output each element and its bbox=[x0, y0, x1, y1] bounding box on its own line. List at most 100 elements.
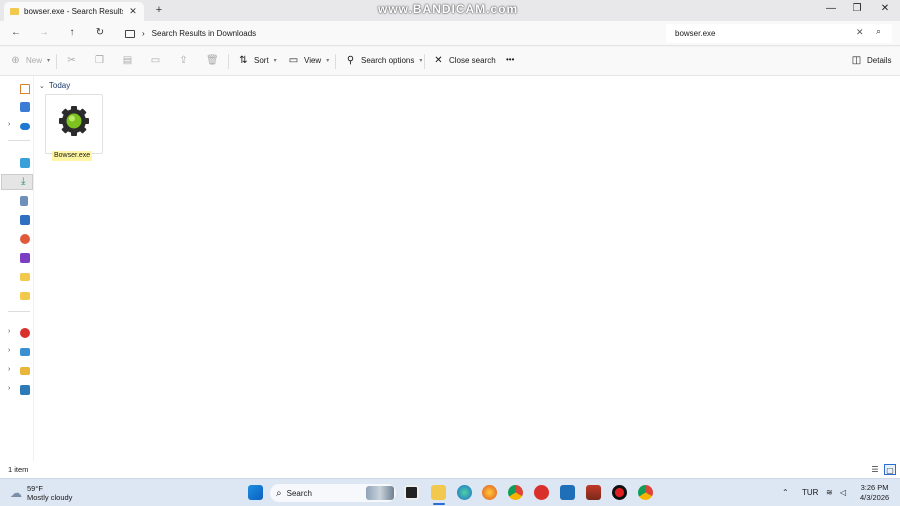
minimize-button[interactable]: — bbox=[824, 3, 838, 14]
sidebar-item-drive[interactable]: › bbox=[0, 363, 34, 379]
more-options-button[interactable]: ••• bbox=[506, 55, 514, 64]
music-icon bbox=[20, 234, 30, 244]
details-label: Details bbox=[867, 56, 892, 65]
toolbar-divider bbox=[56, 54, 57, 69]
share-icon: ⇪ bbox=[179, 55, 188, 66]
photos-app-icon[interactable] bbox=[560, 485, 575, 500]
sidebar-item-folder-1[interactable] bbox=[0, 269, 34, 285]
up-button[interactable]: ↑ bbox=[65, 26, 79, 40]
sidebar-item-documents[interactable] bbox=[0, 193, 34, 209]
cloudy-weather-icon: ☁ bbox=[10, 486, 22, 500]
share-button[interactable]: ⇪ bbox=[178, 55, 189, 66]
close-window-button[interactable]: ✕ bbox=[878, 3, 892, 14]
chevron-down-icon: ▾ bbox=[326, 58, 330, 64]
close-search-button[interactable]: ✕ Close search bbox=[433, 55, 496, 66]
close-icon: ✕ bbox=[434, 55, 443, 66]
sidebar-item-gallery[interactable] bbox=[0, 99, 34, 115]
tiles-view-button[interactable]: ▢ bbox=[884, 464, 896, 475]
file-name-label[interactable]: Bowser.exe bbox=[52, 151, 93, 161]
tab-search-results[interactable]: bowser.exe - Search Results in ✕ bbox=[4, 2, 144, 21]
sidebar-item-folder-2[interactable] bbox=[0, 288, 34, 304]
clock-time: 3:26 PM bbox=[860, 483, 889, 492]
firefox-icon[interactable] bbox=[482, 485, 497, 500]
sidebar-item-music[interactable] bbox=[0, 231, 34, 247]
account-icon bbox=[20, 328, 30, 338]
search-highlight-image bbox=[366, 486, 394, 500]
tab-close-icon[interactable]: ✕ bbox=[128, 6, 138, 17]
chevron-down-icon: ⌄ bbox=[39, 82, 45, 90]
forward-button[interactable]: → bbox=[37, 26, 51, 40]
task-view-icon[interactable] bbox=[404, 485, 419, 500]
group-label: Today bbox=[48, 81, 71, 90]
group-header-today[interactable]: ⌄ Today bbox=[39, 81, 70, 90]
details-button[interactable]: ◫ Details bbox=[851, 55, 892, 66]
chrome-profile-icon[interactable] bbox=[638, 485, 653, 500]
edge-browser-icon[interactable] bbox=[457, 485, 472, 500]
sidebar-item-pictures[interactable] bbox=[0, 212, 34, 228]
chevron-up-icon[interactable]: ⌃ bbox=[782, 488, 789, 497]
start-button[interactable] bbox=[248, 485, 263, 500]
delete-button[interactable]: 🗑 bbox=[206, 55, 219, 66]
search-icon[interactable]: ⌕ bbox=[876, 26, 881, 37]
navigation-pane: › ⤓ › › › › bbox=[0, 76, 34, 461]
new-tab-button[interactable]: + bbox=[153, 4, 165, 16]
tiles-view-icon: ▢ bbox=[886, 466, 894, 475]
sidebar-item-this-pc[interactable]: › bbox=[0, 344, 34, 360]
sidebar-item-downloads[interactable]: ⤓ bbox=[1, 174, 33, 190]
sidebar-item-home[interactable] bbox=[0, 81, 34, 97]
weather-condition: Mostly cloudy bbox=[27, 493, 73, 502]
copy-button[interactable]: ❐ bbox=[94, 55, 105, 66]
back-button[interactable]: ← bbox=[9, 26, 23, 40]
search-options-icon: ⚲ bbox=[346, 55, 355, 66]
status-bar: 1 item ☰ ▢ bbox=[0, 461, 900, 478]
sidebar-item-onedrive[interactable]: › bbox=[0, 118, 34, 134]
video-icon bbox=[20, 253, 30, 263]
document-icon bbox=[20, 196, 28, 206]
sidebar-item-videos[interactable] bbox=[0, 250, 34, 266]
sidebar-item-desktop[interactable] bbox=[0, 155, 34, 171]
cut-button[interactable]: ✂ bbox=[66, 55, 77, 66]
file-tile[interactable] bbox=[45, 94, 103, 154]
monitor-icon bbox=[125, 29, 135, 38]
scissors-icon: ✂ bbox=[67, 55, 76, 66]
toolbar-divider bbox=[424, 54, 425, 69]
record-app-icon[interactable] bbox=[612, 485, 627, 500]
address-bar[interactable]: › Search Results in Downloads bbox=[119, 24, 662, 43]
chevron-right-icon: › bbox=[8, 347, 11, 354]
recording-watermark: www.BANDICAM.com bbox=[378, 2, 519, 16]
rename-button[interactable]: ▭ bbox=[150, 55, 161, 66]
sort-arrows-icon: ⇅ bbox=[239, 55, 248, 66]
wifi-icon[interactable]: ≋ bbox=[826, 488, 833, 497]
sidebar-item-account[interactable]: › bbox=[0, 325, 34, 341]
view-button[interactable]: ▭ View ▾ bbox=[288, 55, 329, 66]
rename-icon: ▭ bbox=[150, 55, 161, 66]
search-icon: ⌕ bbox=[276, 487, 282, 499]
search-options-button[interactable]: ⚲ Search options ▾ bbox=[345, 55, 423, 66]
search-input[interactable] bbox=[675, 29, 845, 38]
breadcrumb-location[interactable]: Search Results in Downloads bbox=[152, 29, 257, 38]
new-button[interactable]: ⊕ New ▾ bbox=[10, 55, 50, 66]
close-search-label: Close search bbox=[449, 56, 496, 65]
folder-icon bbox=[20, 273, 30, 281]
paste-button[interactable]: ▤ bbox=[122, 55, 133, 66]
details-view-button[interactable]: ☰ bbox=[869, 464, 881, 475]
weather-widget[interactable]: ☁ 59°F Mostly cloudy bbox=[10, 484, 72, 502]
archive-app-icon[interactable] bbox=[586, 485, 601, 500]
clock[interactable]: 3:26 PM 4/3/2026 bbox=[860, 483, 889, 503]
list-view-icon: ☰ bbox=[871, 465, 879, 474]
search-box[interactable]: ✕ ⌕ bbox=[666, 24, 892, 43]
mail-app-icon[interactable] bbox=[534, 485, 549, 500]
sort-button[interactable]: ⇅ Sort ▾ bbox=[238, 55, 277, 66]
toolbar-divider bbox=[228, 54, 229, 69]
volume-icon[interactable]: ◁ bbox=[840, 488, 846, 497]
clear-search-icon[interactable]: ✕ bbox=[856, 27, 864, 38]
chevron-down-icon: ▾ bbox=[273, 58, 277, 64]
refresh-button[interactable]: ↻ bbox=[93, 26, 107, 40]
plus-circle-icon: ⊕ bbox=[11, 55, 20, 66]
language-indicator[interactable]: TUR bbox=[802, 488, 818, 497]
file-explorer-icon[interactable] bbox=[431, 485, 446, 500]
sidebar-item-network[interactable]: › bbox=[0, 382, 34, 398]
chrome-icon[interactable] bbox=[508, 485, 523, 500]
taskbar-search[interactable]: ⌕ Search bbox=[270, 484, 396, 502]
maximize-button[interactable]: ❐ bbox=[850, 3, 864, 14]
